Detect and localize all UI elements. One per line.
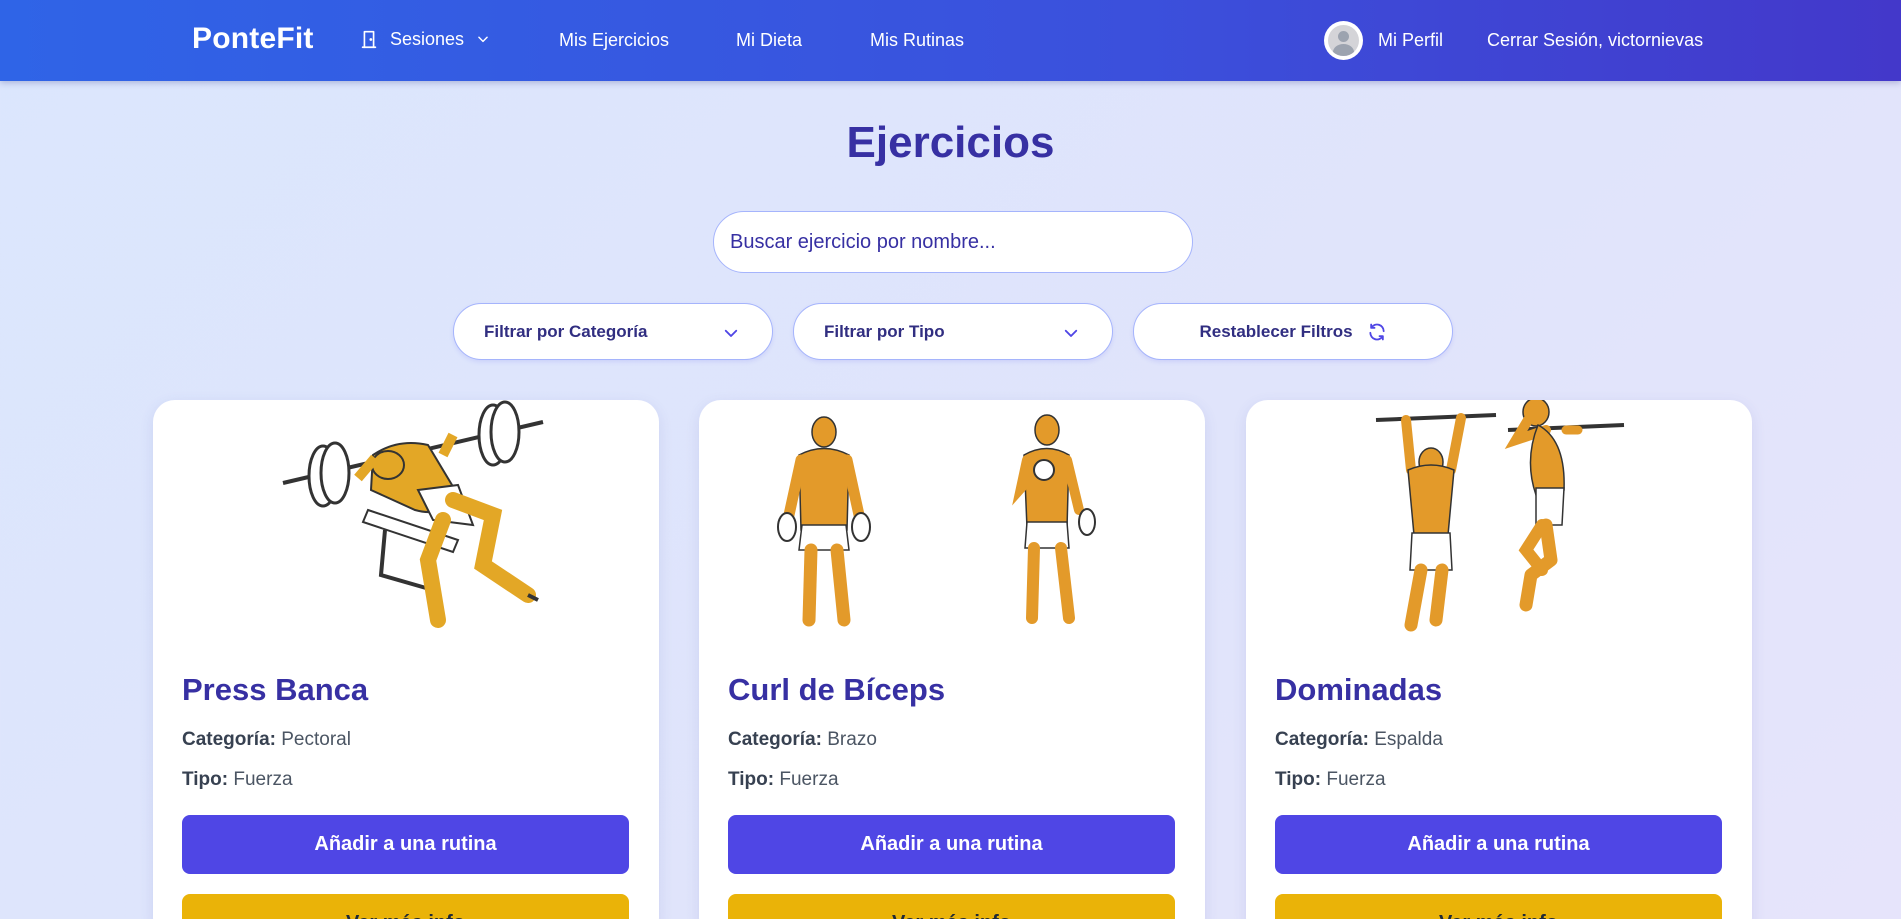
card-categoria: Categoría: Brazo xyxy=(728,729,877,750)
reset-filters-button[interactable]: Restablecer Filtros xyxy=(1133,303,1453,360)
card-title: Curl de Bíceps xyxy=(728,672,946,707)
nav-sesiones-label: Sesiones xyxy=(390,28,465,49)
card-categoria: Categoría: Espalda xyxy=(1275,729,1443,750)
chevron-down-icon xyxy=(478,36,488,43)
nav-sesiones-dropdown[interactable]: Sesiones xyxy=(358,28,490,50)
card-tipo: Tipo: Fuerza xyxy=(182,769,293,790)
brand-logo[interactable]: PonteFit xyxy=(192,22,314,56)
door-icon xyxy=(361,30,377,49)
exercise-card: Curl de Bíceps Categoría: Brazo Tipo: Fu… xyxy=(699,400,1205,919)
nav-mis-rutinas[interactable]: Mis Rutinas xyxy=(870,30,964,51)
card-categoria: Categoría: Pectoral xyxy=(182,729,351,750)
chevron-down-icon xyxy=(1064,329,1078,337)
card-tipo: Tipo: Fuerza xyxy=(728,769,839,790)
search-input[interactable] xyxy=(713,211,1193,273)
add-to-routine-button[interactable]: Añadir a una rutina xyxy=(728,815,1175,874)
exercise-image-dominadas xyxy=(1375,400,1625,632)
card-tipo: Tipo: Fuerza xyxy=(1275,769,1386,790)
more-info-button[interactable]: Ver más info xyxy=(728,894,1175,919)
add-to-routine-button[interactable]: Añadir a una rutina xyxy=(1275,815,1722,874)
more-info-button[interactable]: Ver más info xyxy=(182,894,629,919)
nav-mis-ejercicios[interactable]: Mis Ejercicios xyxy=(559,30,669,51)
card-title: Dominadas xyxy=(1275,672,1443,707)
filter-categoria-label: Filtrar por Categoría xyxy=(484,321,648,341)
filter-tipo-select[interactable]: Filtrar por Tipo xyxy=(793,303,1113,360)
more-info-button[interactable]: Ver más info xyxy=(1275,894,1722,919)
navbar: PonteFit Sesiones Mis Ejercicios Mi Diet… xyxy=(0,0,1901,81)
refresh-icon xyxy=(1368,323,1385,340)
card-title: Press Banca xyxy=(182,672,369,707)
nav-mi-dieta[interactable]: Mi Dieta xyxy=(736,30,802,51)
exercise-card: Dominadas Categoría: Espalda Tipo: Fuerz… xyxy=(1246,400,1752,919)
reset-filters-label: Restablecer Filtros xyxy=(1199,321,1353,341)
exercise-card: Press Banca Categoría: Pectoral Tipo: Fu… xyxy=(153,400,659,919)
filter-tipo-label: Filtrar por Tipo xyxy=(824,321,945,341)
filter-categoria-select[interactable]: Filtrar por Categoría xyxy=(453,303,773,360)
avatar-placeholder xyxy=(1328,25,1359,56)
avatar-icon[interactable] xyxy=(1324,21,1363,60)
nav-mi-perfil[interactable]: Mi Perfil xyxy=(1378,30,1443,51)
nav-cerrar-sesion[interactable]: Cerrar Sesión, victornievas xyxy=(1487,30,1703,51)
chevron-down-icon xyxy=(724,329,738,337)
exercise-image-press-banca xyxy=(282,400,544,628)
exercise-image-curl-biceps xyxy=(777,414,1096,627)
page-title: Ejercicios xyxy=(846,118,1055,167)
add-to-routine-button[interactable]: Añadir a una rutina xyxy=(182,815,629,874)
